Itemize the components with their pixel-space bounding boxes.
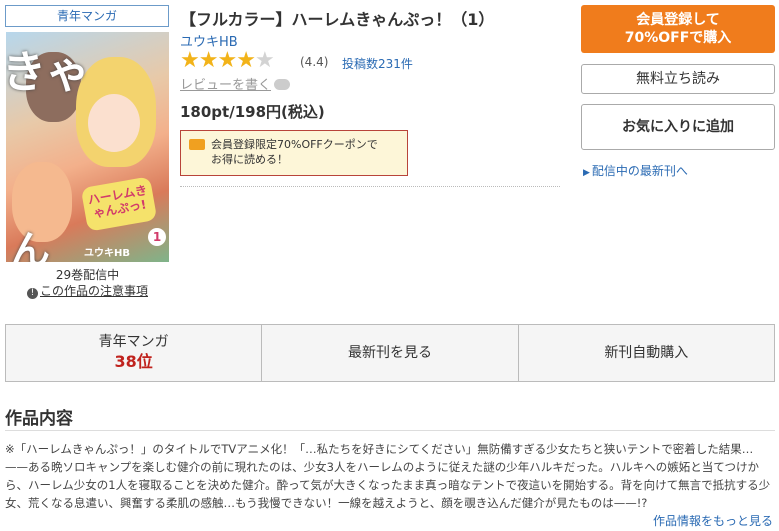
rating-value: (4.4)	[300, 55, 329, 69]
star-icon: ★	[180, 48, 200, 73]
cover-volume-badge: 1	[148, 228, 166, 246]
free-read-button[interactable]: 無料立ち読み	[581, 64, 775, 94]
tab-auto-buy[interactable]: 新刊自動購入	[519, 325, 774, 381]
coupon-banner[interactable]: 会員登録限定70%OFFクーポンで お得に読める！	[180, 130, 408, 176]
tab-latest[interactable]: 最新刊を見る	[262, 325, 519, 381]
star-icon: ★	[217, 48, 237, 73]
ranking-genre: 青年マンガ	[98, 334, 169, 350]
coupon-line2: お得に読める！	[211, 153, 288, 166]
reviews-count-link[interactable]: 投稿数231件	[342, 55, 413, 72]
price: 180pt/198円(税込)	[180, 103, 325, 121]
star-empty-icon: ★	[254, 48, 275, 73]
notice-link-label: この作品の注意事項	[39, 284, 148, 298]
cover-title-kana-top: きゃ	[6, 47, 90, 98]
tab-ranking[interactable]: 青年マンガ 38位	[6, 325, 263, 381]
coupon-line1: 会員登録限定70%OFFクーポンで	[211, 138, 378, 151]
latest-volume-link[interactable]: ▶ 配信中の最新刊へ	[583, 162, 688, 179]
cover-image[interactable]: きゃ ん ハーレムきゃんぷっ! 1 ユウキHB	[6, 32, 169, 262]
coupon-icon	[189, 139, 205, 150]
section-title: 作品内容	[5, 409, 73, 429]
action-tabs: 青年マンガ 38位 最新刊を見る 新刊自動購入	[5, 324, 775, 382]
divider	[180, 186, 560, 187]
cover-figure-main-face	[88, 94, 140, 152]
latest-volume-label: 配信中の最新刊へ	[591, 164, 688, 178]
section-divider	[5, 430, 775, 431]
genre-tag[interactable]: 青年マンガ	[5, 5, 169, 27]
star-icon: ★	[198, 48, 219, 73]
rating-stars: ★★★★★	[180, 48, 275, 73]
triangle-right-icon: ▶	[583, 168, 590, 178]
ranking-value: 38位	[114, 352, 153, 371]
speech-bubble-icon	[274, 79, 291, 90]
write-review-label: レビューを書く	[180, 78, 272, 93]
cover-author: ユウキHB	[84, 248, 130, 259]
description: ※「ハーレムきゃんぷっ！」のタイトルでTVアニメ化！「…私たちを好きにシてくださ…	[5, 442, 771, 510]
cover-logo: ハーレムきゃんぷっ!	[80, 176, 158, 232]
cover-title-kana-bottom: ん	[10, 228, 50, 262]
write-review-link[interactable]: レビューを書く	[180, 74, 291, 93]
star-icon: ★	[236, 48, 256, 73]
add-favorite-button[interactable]: お気に入りに追加	[581, 104, 775, 150]
notice-link[interactable]: ! この作品の注意事項	[6, 282, 169, 299]
page-title: 【フルカラー】ハーレムきゃんぷっ！（1）	[180, 10, 495, 29]
more-info-link[interactable]: 作品情報をもっと見る	[648, 512, 773, 529]
register-button-line1: 会員登録して	[636, 12, 720, 28]
volume-count: 29巻配信中	[55, 268, 120, 282]
register-button-line2: 70%OFFで購入	[624, 30, 732, 46]
register-purchase-button[interactable]: 会員登録して 70%OFFで購入	[581, 5, 775, 53]
info-icon: !	[26, 288, 38, 299]
